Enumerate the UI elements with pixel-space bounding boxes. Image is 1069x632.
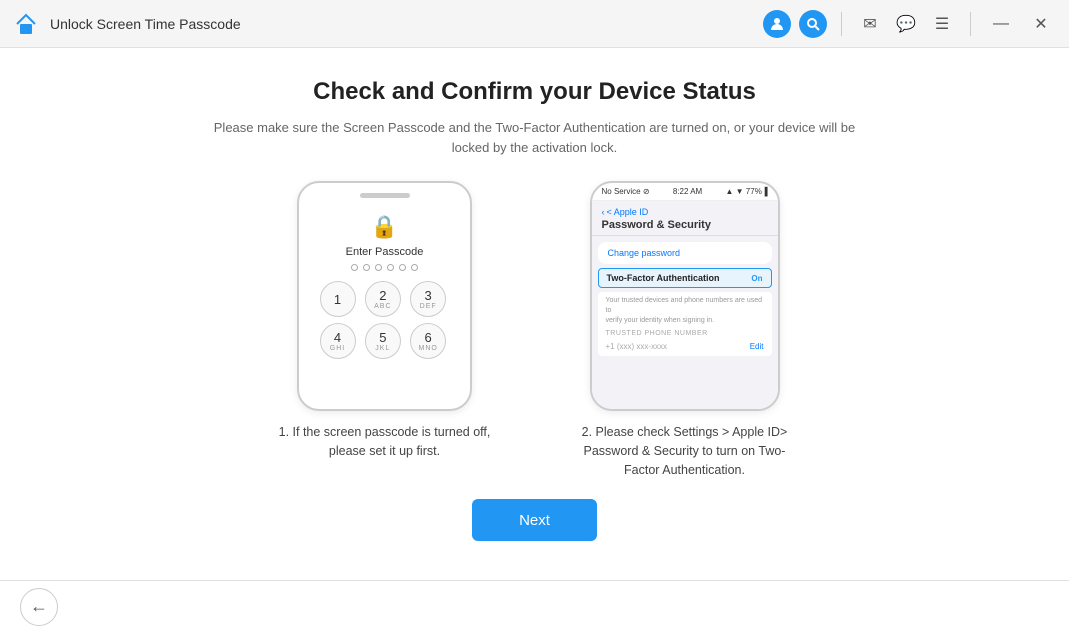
settings-page-title: Password & Security xyxy=(602,219,768,231)
toolbar-divider xyxy=(841,12,842,36)
phone-mockup-passcode: 🔒 Enter Passcode 1 2ABC 3DEF 4 xyxy=(297,181,472,411)
main-content: Check and Confirm your Device Status Ple… xyxy=(0,48,1069,580)
lock-icon: 🔒 xyxy=(371,214,398,240)
key-3: 3DEF xyxy=(410,281,446,317)
device-1-section: 🔒 Enter Passcode 1 2ABC 3DEF 4 xyxy=(275,181,495,461)
two-factor-status: On xyxy=(751,274,762,283)
desc-line-2: verify your identity when signing in. xyxy=(606,316,764,326)
device-2-caption: 2. Please check Settings > Apple ID> Pas… xyxy=(575,423,795,479)
keypad: 1 2ABC 3DEF 4GHI 5JKL 6MNO xyxy=(320,281,450,359)
desc-line-1: Your trusted devices and phone numbers a… xyxy=(606,296,764,316)
phone-speaker-1 xyxy=(360,193,410,198)
dot-2 xyxy=(363,264,370,271)
key-6: 6MNO xyxy=(410,323,446,359)
device-2-section: No Service ⊘ 8:22 AM ▲ ▼ 77%▐ ‹ < Apple … xyxy=(575,181,795,479)
status-left: No Service ⊘ xyxy=(602,187,650,196)
passcode-dots xyxy=(351,264,418,271)
key-2: 2ABC xyxy=(365,281,401,317)
settings-back: ‹ < Apple ID xyxy=(602,207,768,217)
user-icon[interactable] xyxy=(763,10,791,38)
dot-4 xyxy=(387,264,394,271)
footer: ← xyxy=(0,580,1069,632)
phone-status-bar: No Service ⊘ 8:22 AM ▲ ▼ 77%▐ xyxy=(592,183,778,201)
status-center: 8:22 AM xyxy=(673,187,702,196)
two-factor-row: Two-Factor Authentication On xyxy=(598,268,772,288)
menu-icon[interactable]: ☰ xyxy=(928,10,956,38)
chevron-left-icon: ‹ xyxy=(602,207,605,217)
dot-1 xyxy=(351,264,358,271)
back-label: < Apple ID xyxy=(607,207,649,217)
passcode-screen: 🔒 Enter Passcode 1 2ABC 3DEF 4 xyxy=(299,204,470,409)
back-button[interactable]: ← xyxy=(20,588,58,626)
dot-6 xyxy=(411,264,418,271)
two-factor-label: Two-Factor Authentication xyxy=(607,273,720,283)
back-arrow-icon: ← xyxy=(30,596,48,617)
window-title: Unlock Screen Time Passcode xyxy=(50,16,763,32)
device-1-caption: 1. If the screen passcode is turned off,… xyxy=(275,423,495,461)
close-button[interactable]: ✕ xyxy=(1025,8,1057,40)
minimize-button[interactable]: — xyxy=(985,8,1017,40)
change-password-row: Change password xyxy=(598,242,772,264)
status-right: ▲ ▼ 77%▐ xyxy=(726,187,768,196)
phone-mockup-settings: No Service ⊘ 8:22 AM ▲ ▼ 77%▐ ‹ < Apple … xyxy=(590,181,780,411)
title-bar: Unlock Screen Time Passcode ✉ 💬 ☰ — ✕ xyxy=(0,0,1069,48)
home-icon xyxy=(12,10,40,38)
edit-label: Edit xyxy=(750,341,764,352)
search-magnify-icon[interactable] xyxy=(799,10,827,38)
settings-header: ‹ < Apple ID Password & Security xyxy=(592,201,778,236)
title-bar-actions: ✉ 💬 ☰ — ✕ xyxy=(763,8,1057,40)
dot-5 xyxy=(399,264,406,271)
dot-3 xyxy=(375,264,382,271)
key-4: 4GHI xyxy=(320,323,356,359)
page-subtitle: Please make sure the Screen Passcode and… xyxy=(195,118,875,157)
trusted-phone-label: TRUSTED PHONE NUMBER xyxy=(606,329,764,339)
phone-placeholder: +1 (xxx) xxx-xxxx xyxy=(606,341,668,352)
next-button[interactable]: Next xyxy=(472,499,597,541)
key-5: 5JKL xyxy=(365,323,401,359)
settings-section: Change password xyxy=(598,242,772,264)
chat-icon[interactable]: 💬 xyxy=(892,10,920,38)
settings-screen: ‹ < Apple ID Password & Security Change … xyxy=(592,201,778,411)
devices-row: 🔒 Enter Passcode 1 2ABC 3DEF 4 xyxy=(60,181,1009,479)
toolbar-divider-2 xyxy=(970,12,971,36)
two-factor-description: Your trusted devices and phone numbers a… xyxy=(598,292,772,356)
trusted-phone-row: +1 (xxx) xxx-xxxx Edit xyxy=(606,341,764,352)
bottom-area: Next xyxy=(472,499,597,551)
page-title: Check and Confirm your Device Status xyxy=(313,78,756,106)
mail-icon[interactable]: ✉ xyxy=(856,10,884,38)
enter-passcode-label: Enter Passcode xyxy=(346,246,424,258)
key-1: 1 xyxy=(320,281,356,317)
